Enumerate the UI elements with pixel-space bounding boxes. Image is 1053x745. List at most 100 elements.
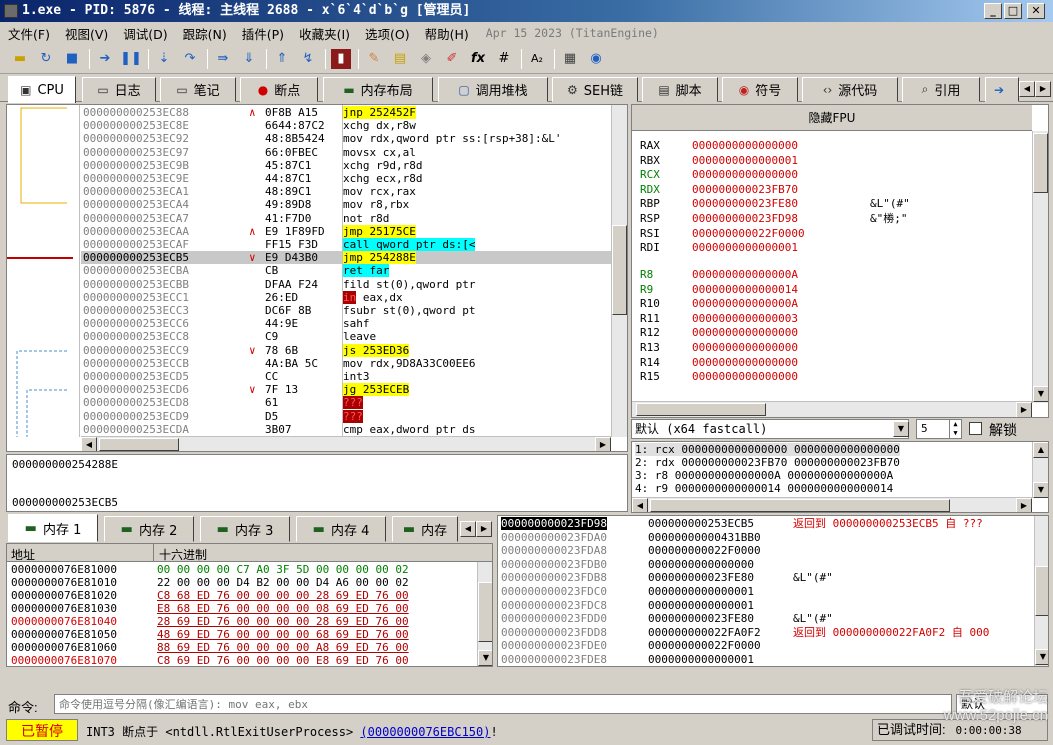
- disasm-row[interactable]: 000000000253ECC9 ∨ 78 6B js 253ED36: [81, 343, 611, 357]
- register-value[interactable]: 000000000023FE80: [692, 197, 798, 210]
- arg-count-stepper[interactable]: ▲ ▼: [949, 420, 961, 438]
- disasm-row[interactable]: 000000000253ECAA ∧ E9 1F89FD jmp 25175CE: [81, 224, 611, 238]
- patch-icon[interactable]: ✎: [364, 49, 384, 69]
- tab-cpu[interactable]: ▣ CPU: [8, 76, 76, 103]
- stack-row[interactable]: 000000000023FDE8 0000000000000001: [498, 653, 1034, 666]
- argument-row[interactable]: 1: rcx 0000000000000000 0000000000000000: [635, 443, 900, 456]
- calling-convention-select[interactable]: 默认 (x64 fastcall): [631, 419, 909, 439]
- register-value[interactable]: 0000000000000000: [692, 168, 798, 181]
- tab-memory-map[interactable]: ▬ 内存布局: [323, 77, 433, 102]
- disasm-row[interactable]: 000000000253ECC8 C9 leave: [81, 330, 611, 343]
- scroll-down-button[interactable]: ▼: [1035, 649, 1048, 665]
- menu-view[interactable]: 视图(V): [65, 24, 108, 43]
- register-hscroll[interactable]: ▶: [632, 401, 1032, 417]
- stack-row[interactable]: 000000000023FDA8 000000000022F0000: [498, 544, 1034, 557]
- comment-icon[interactable]: ▤: [390, 49, 410, 69]
- register-value[interactable]: 0000000000000014: [692, 283, 798, 296]
- bookmark-icon[interactable]: ✐: [442, 49, 462, 69]
- argument-row[interactable]: 3: r8 000000000000000A 000000000000000A: [635, 469, 893, 482]
- register-value[interactable]: 000000000023FD98: [692, 212, 798, 225]
- hash-icon[interactable]: #: [494, 49, 514, 69]
- scroll-up-button[interactable]: ▲: [1033, 442, 1048, 458]
- disasm-row[interactable]: 000000000253ECBA CB ret far: [81, 264, 611, 278]
- tab-notes[interactable]: ▭ 笔记: [160, 77, 236, 102]
- stack-vscroll-thumb[interactable]: [1035, 566, 1048, 616]
- stack-row[interactable]: 000000000023FDB0 0000000000000000: [498, 558, 1034, 571]
- run-to-return-icon[interactable]: ↯: [298, 49, 318, 69]
- dump-vscroll-thumb[interactable]: [478, 582, 492, 642]
- register-vscroll[interactable]: ▼: [1032, 131, 1048, 403]
- hex-column-header[interactable]: 十六进制: [159, 546, 207, 563]
- stack-row[interactable]: 000000000023FDD0 000000000023FE80 &L"(#": [498, 612, 1034, 625]
- scroll-left-button[interactable]: ◀: [632, 498, 648, 512]
- disasm-row[interactable]: 000000000253EC97 66:0FBEC movsx cx,al: [81, 146, 611, 159]
- disasm-row[interactable]: 000000000253ECD8 61???: [81, 396, 611, 410]
- stack-row[interactable]: 000000000023FDB8 000000000023FE80 &L"(#": [498, 571, 1034, 584]
- tab-more[interactable]: ➔: [985, 77, 1019, 102]
- lock-checkbox[interactable]: [969, 422, 982, 435]
- tab-scroll-left[interactable]: ◀: [1019, 81, 1035, 97]
- args-hscroll[interactable]: ◀ ▶: [632, 497, 1032, 512]
- tab-symbols[interactable]: ◉ 符号: [722, 77, 798, 102]
- function-icon[interactable]: fx: [468, 49, 488, 69]
- scroll-down-button[interactable]: ▼: [1033, 482, 1048, 498]
- scroll-left-button[interactable]: ◀: [81, 437, 97, 451]
- trace-into-icon[interactable]: ⇛: [213, 49, 233, 69]
- calculator-icon[interactable]: ▦: [560, 49, 580, 69]
- register-value[interactable]: 000000000023FB70: [692, 183, 798, 196]
- trace-over-icon[interactable]: ⇓: [239, 49, 259, 69]
- menu-file[interactable]: 文件(F): [8, 24, 50, 43]
- register-value[interactable]: 0000000000000000: [692, 356, 798, 369]
- stack-row[interactable]: 000000000023FDA0 00000000000431BB0: [498, 531, 1034, 544]
- tab-script[interactable]: ▤ 脚本: [642, 77, 718, 102]
- disasm-row[interactable]: 000000000253ECC3 DC6F 8B fsubr st(0),qword…: [81, 304, 611, 317]
- status-address-link[interactable]: (0000000076EBC150): [360, 725, 490, 739]
- script-icon[interactable]: ▮: [331, 48, 351, 69]
- tab-breakpoints[interactable]: ● 断点: [240, 77, 318, 102]
- label-icon[interactable]: ◈: [416, 49, 436, 69]
- tab-dump-4[interactable]: ▬ 内存 4: [296, 516, 386, 542]
- menu-options[interactable]: 选项(O): [365, 24, 410, 43]
- tab-seh[interactable]: ⚙ SEH链: [552, 77, 638, 102]
- disasm-row[interactable]: 000000000253ECA7 41:F7D0 not r8d: [81, 212, 611, 225]
- menu-favourites[interactable]: 收藏夹(I): [299, 24, 350, 43]
- scroll-right-button[interactable]: ▶: [1016, 498, 1032, 512]
- register-value[interactable]: 0000000000000000: [692, 341, 798, 354]
- restart-icon[interactable]: ↻: [36, 49, 56, 69]
- scroll-down-button[interactable]: ▼: [1033, 386, 1048, 402]
- register-value[interactable]: 0000000000000001: [692, 241, 798, 254]
- disasm-row[interactable]: 000000000253ECD9 D5???: [81, 409, 611, 423]
- disasm-row[interactable]: 000000000253ECAF FF15 F3D call qword ptr d…: [81, 238, 611, 251]
- register-value[interactable]: 000000000022F0000: [692, 227, 805, 240]
- tab-scroll-right[interactable]: ▶: [476, 521, 492, 537]
- argument-row[interactable]: 2: rdx 000000000023FB70 000000000023FB70: [635, 456, 900, 469]
- register-value[interactable]: 000000000000000A: [692, 297, 798, 310]
- disassembly-listing[interactable]: 000000000253EC88 ∧ 0F8B A15 jnp 252452F 0000…: [81, 106, 611, 437]
- tab-dump-2[interactable]: ▬ 内存 2: [104, 516, 194, 542]
- register-vscroll-thumb[interactable]: [1033, 133, 1048, 193]
- menu-trace[interactable]: 跟踪(N): [183, 24, 227, 43]
- menu-help[interactable]: 帮助(H): [425, 24, 469, 43]
- args-vscroll[interactable]: ▲ ▼: [1032, 442, 1048, 498]
- register-hscroll-thumb[interactable]: [636, 403, 766, 416]
- disasm-row[interactable]: 000000000253ECBB DFAA F24 fild st(0),qword…: [81, 278, 611, 291]
- scroll-right-button[interactable]: ▶: [595, 437, 611, 451]
- disasm-row[interactable]: 000000000253EC92 48:8B5424 mov rdx,qword p…: [81, 132, 611, 145]
- register-value[interactable]: 0000000000000000: [692, 326, 798, 339]
- run-icon[interactable]: ➔: [95, 49, 115, 69]
- disasm-row[interactable]: 000000000253ECB5 ∨ E9 D43B0 jmp 254288E: [81, 251, 611, 265]
- tab-dump-1[interactable]: ▬ 内存 1: [8, 514, 98, 542]
- disasm-row[interactable]: 000000000253ECA4 49:89D8 mov r8,rbx: [81, 198, 611, 211]
- stack-row[interactable]: 000000000023FDD8 000000000022FA0F2 返回到 000…: [498, 626, 1034, 639]
- stack-row[interactable]: 000000000023FDC0 0000000000000001: [498, 585, 1034, 598]
- tab-scroll-right[interactable]: ▶: [1035, 81, 1051, 97]
- menu-plugins[interactable]: 插件(P): [242, 24, 284, 43]
- tab-log[interactable]: ▭ 日志: [82, 77, 156, 102]
- step-over-icon[interactable]: ↷: [180, 49, 200, 69]
- disasm-row[interactable]: 000000000253EC88 ∧ 0F8B A15 jnp 252452F: [81, 106, 611, 119]
- settings-icon[interactable]: ◉: [586, 49, 606, 69]
- disasm-row[interactable]: 000000000253EC8E 6644:87C2 xchg dx,r8w: [81, 119, 611, 132]
- chevron-down-icon[interactable]: ▼: [893, 421, 909, 437]
- args-hscroll-thumb[interactable]: [650, 499, 950, 512]
- hide-fpu-button[interactable]: 隐藏FPU: [632, 105, 1032, 131]
